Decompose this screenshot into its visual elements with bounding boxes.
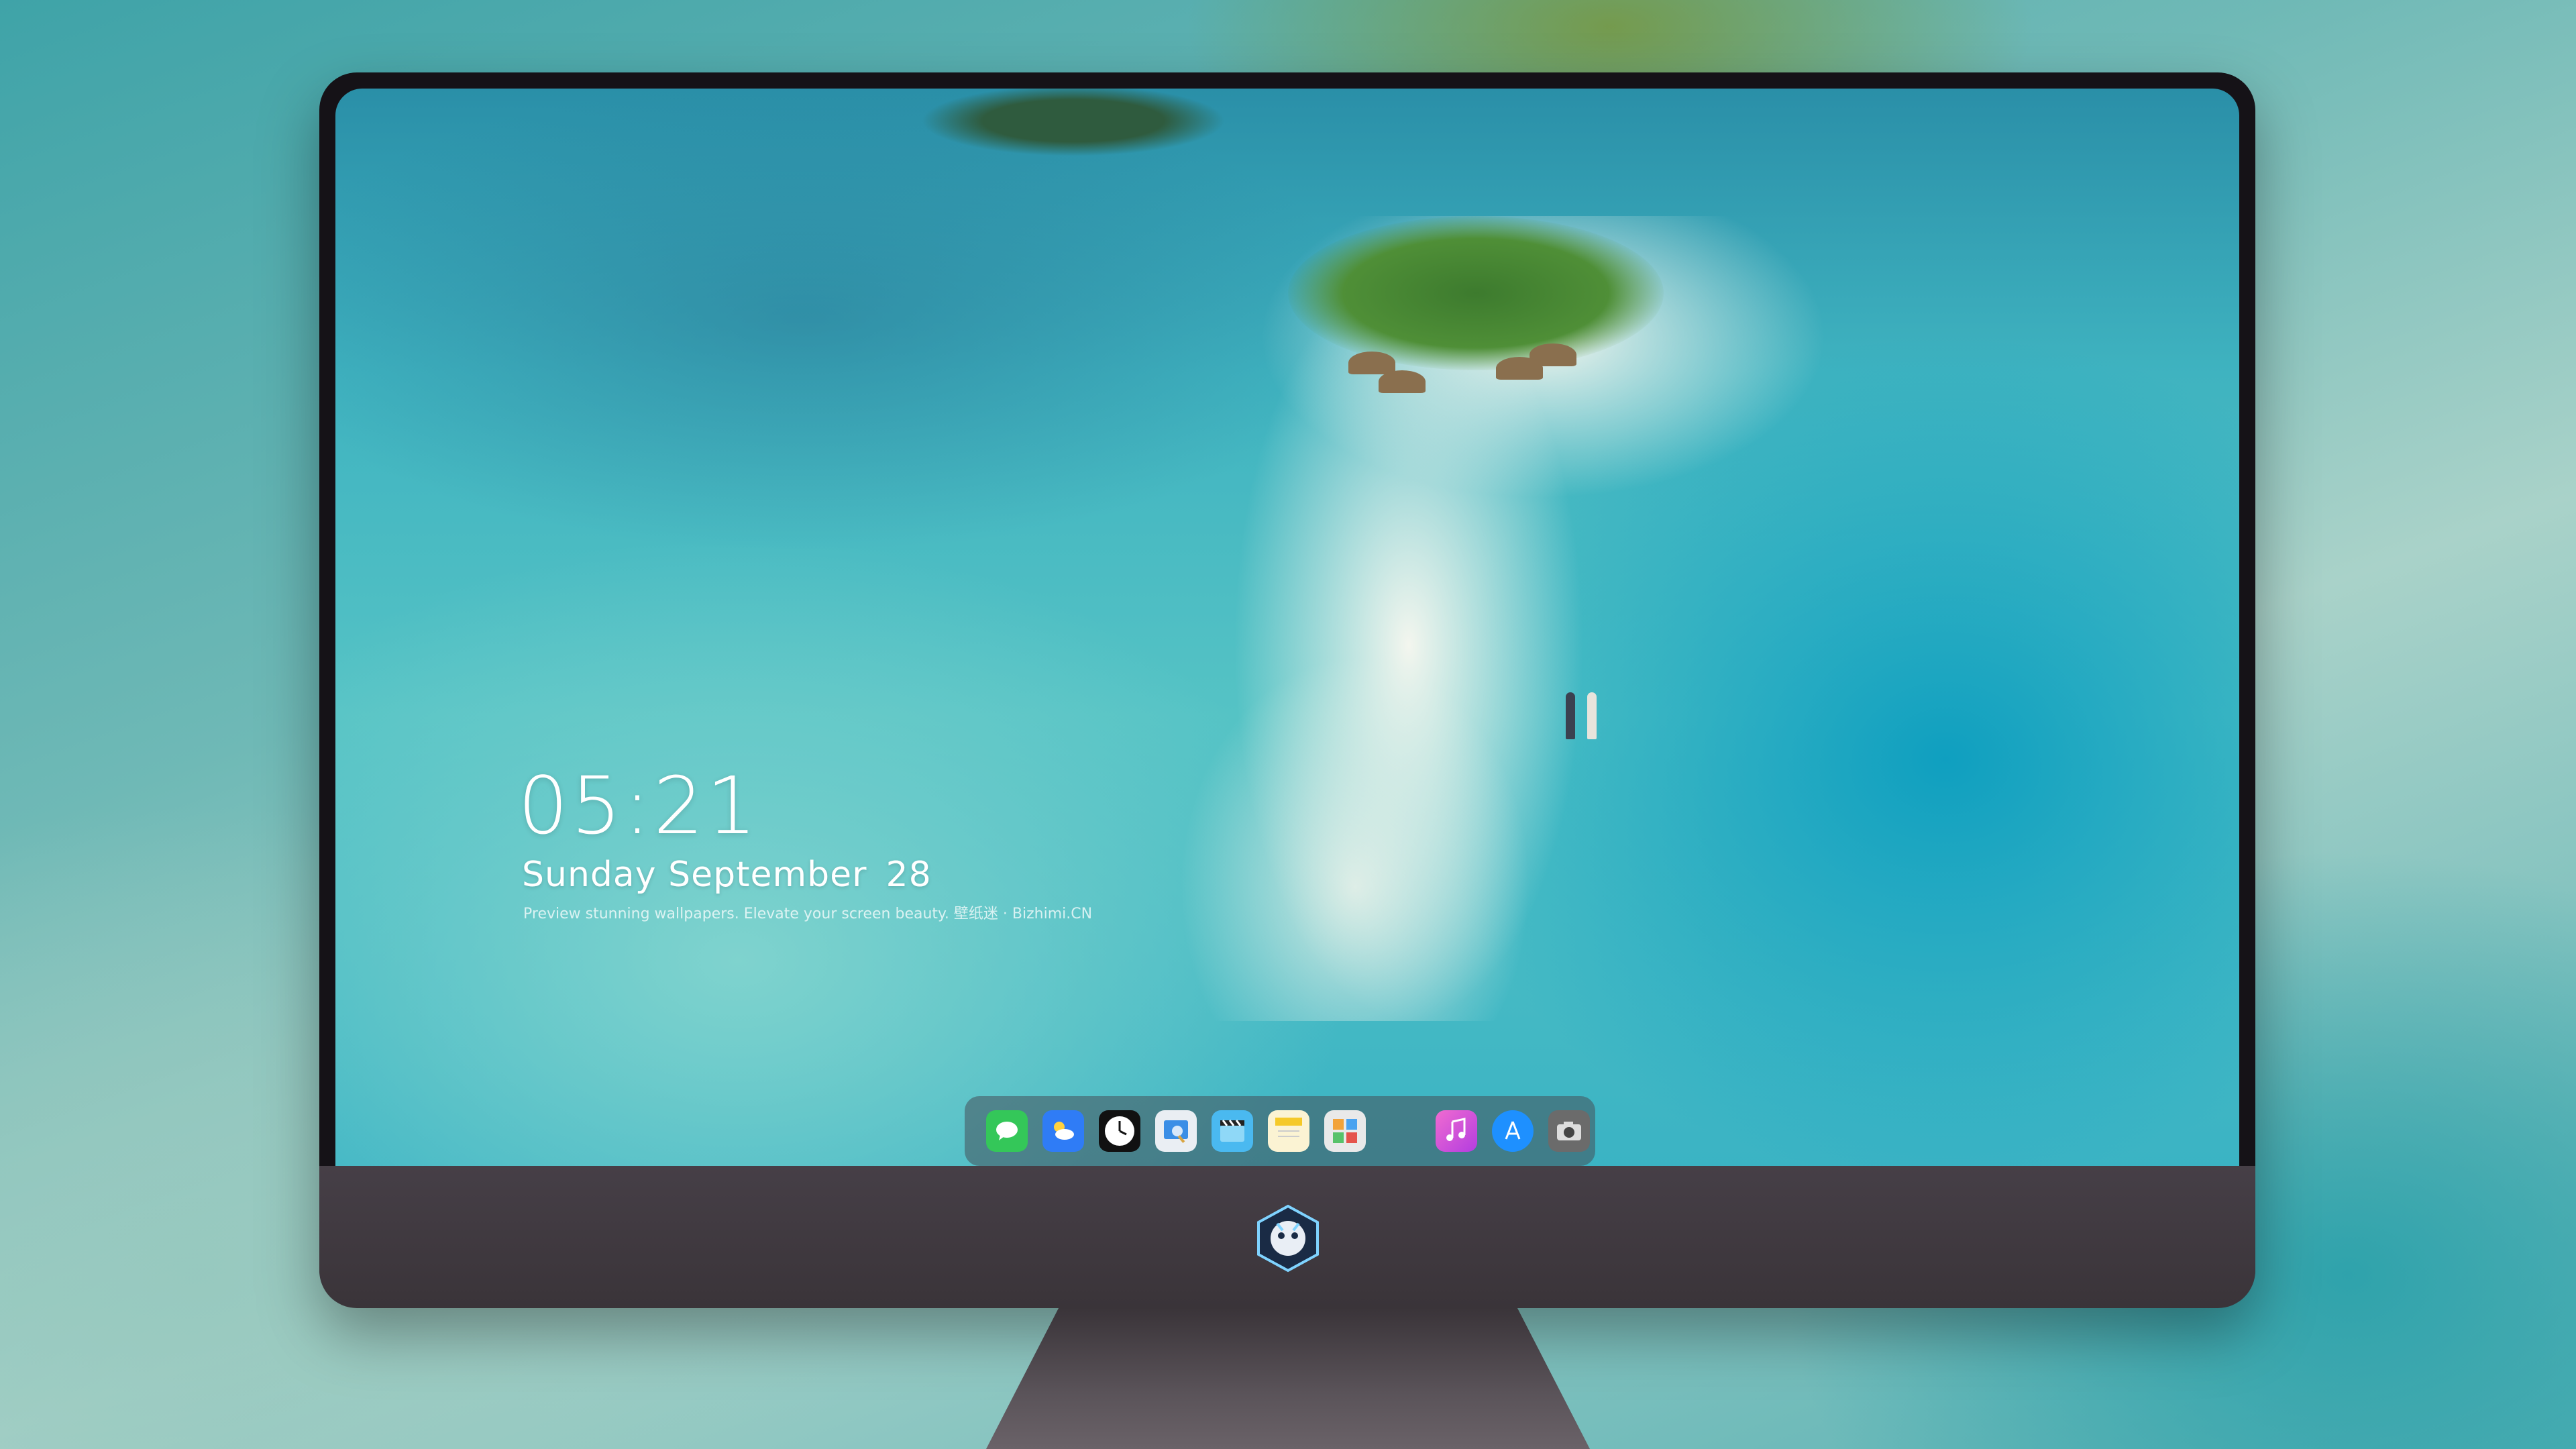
hut (1379, 370, 1426, 393)
camera-icon[interactable] (1548, 1110, 1590, 1152)
messages-icon[interactable] (986, 1110, 1028, 1152)
monitor-stand (986, 1308, 1590, 1449)
weather-icon[interactable] (1042, 1110, 1084, 1152)
notes-icon[interactable] (1268, 1110, 1309, 1152)
lockscreen-clock: 05:21 (518, 759, 760, 852)
dock (965, 1096, 1595, 1166)
hut (1529, 343, 1576, 366)
app-store-icon[interactable] (1492, 1110, 1534, 1152)
video-icon[interactable] (1212, 1110, 1253, 1152)
wallpaper-couple (1563, 679, 1603, 739)
hut (1348, 352, 1395, 374)
monitor-chin (319, 1166, 2255, 1308)
date-day: 28 (885, 855, 932, 895)
monitor-frame: 05:21 Sunday September 28 Preview stunnin… (319, 72, 2255, 1307)
person (1587, 692, 1597, 739)
lockscreen-tagline: Preview stunning wallpapers. Elevate you… (523, 906, 1093, 922)
lockscreen-date: Sunday September 28 (522, 855, 932, 895)
music-icon[interactable] (1436, 1110, 1477, 1152)
date-weekday-month: Sunday September (522, 855, 867, 895)
brand-logo-icon (1257, 1204, 1319, 1273)
wallpaper-island-trees (1288, 216, 1664, 370)
preview-icon[interactable] (1155, 1110, 1197, 1152)
person (1566, 692, 1575, 739)
photos-icon[interactable] (1324, 1110, 1366, 1152)
screen-wallpaper: 05:21 Sunday September 28 Preview stunnin… (335, 89, 2239, 1228)
clock-icon[interactable] (1099, 1110, 1140, 1152)
